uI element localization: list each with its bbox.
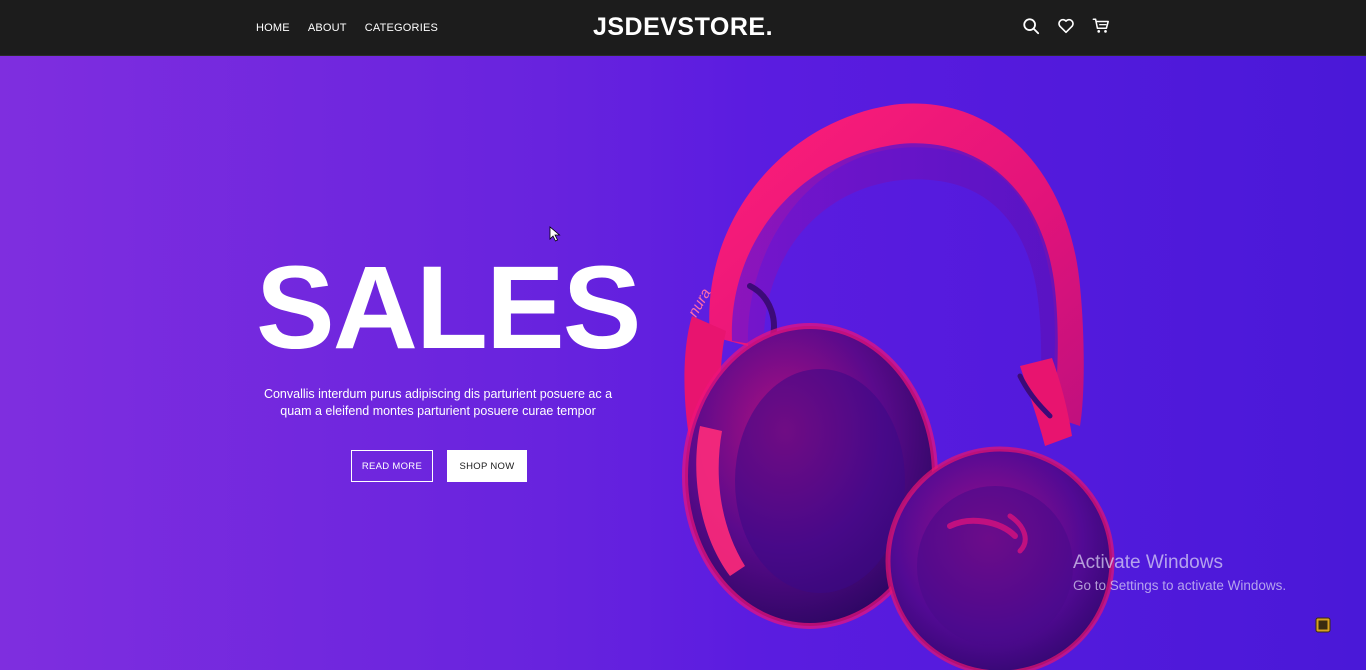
mouse-cursor-icon	[549, 226, 561, 242]
hero-description-line-2: quam a eleifend montes parturient posuer…	[280, 404, 596, 418]
shop-now-button[interactable]: SHOP NOW	[447, 450, 527, 482]
cart-icon[interactable]	[1092, 17, 1110, 35]
read-more-button[interactable]: READ MORE	[351, 450, 433, 482]
activate-windows-watermark: Activate Windows Go to Settings to activ…	[1073, 552, 1286, 596]
hero-title: SALES	[256, 242, 641, 374]
store-logo-text[interactable]: JSDEVSTORE.	[593, 13, 773, 42]
activate-windows-subtitle: Go to Settings to activate Windows.	[1073, 578, 1287, 593]
js-badge-icon[interactable]	[1315, 617, 1331, 633]
hero-banner: SALES Convallis interdum purus adipiscin…	[0, 56, 1366, 670]
headphones-product-image: nura	[682, 103, 1115, 670]
hero-description-line-1: Convallis interdum purus adipiscing dis …	[263, 387, 613, 401]
heart-icon[interactable]	[1057, 17, 1075, 35]
activate-windows-title: Activate Windows	[1073, 552, 1223, 573]
header-icons	[1022, 17, 1110, 35]
search-icon[interactable]	[1022, 17, 1040, 35]
store-logo: JSDEVSTORE.	[0, 13, 1366, 42]
hero-description: Convallis interdum purus adipiscing dis …	[258, 386, 618, 420]
top-navbar: HOME ABOUT CATEGORIES JSDEVSTORE.	[0, 0, 1366, 56]
